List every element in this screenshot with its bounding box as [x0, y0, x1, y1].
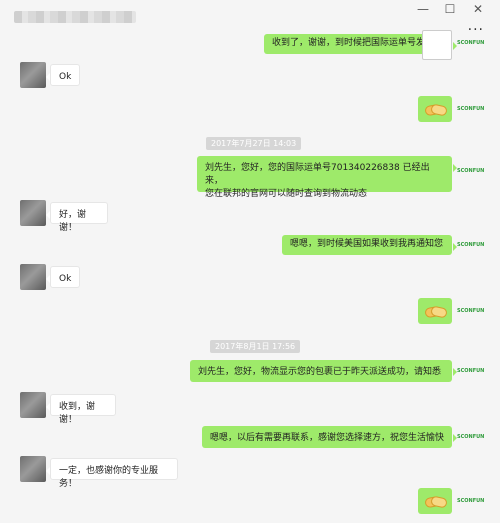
- message-incoming: Ok: [46, 64, 80, 86]
- avatar-self-logo: SCONFUN: [457, 242, 485, 248]
- maximize-button[interactable]: ☐: [437, 0, 463, 22]
- handshake-icon: [424, 305, 448, 319]
- message-incoming: 好，谢谢！: [46, 202, 108, 233]
- avatar-self-logo: SCONFUN: [457, 434, 485, 440]
- avatar-contact: [20, 456, 46, 482]
- handshake-icon: [424, 495, 448, 509]
- avatar-contact: [20, 264, 46, 290]
- avatar-self-logo: SCONFUN: [457, 368, 485, 374]
- message-outgoing: 刘先生，您好，您的国际运单号701340226838 已经出来， 您在联邦的官网…: [197, 156, 457, 199]
- minimize-button[interactable]: —: [410, 0, 436, 22]
- avatar-self-logo: SCONFUN: [457, 498, 485, 504]
- message-incoming: 一定，也感谢你的专业服务！: [46, 458, 178, 489]
- more-options-button[interactable]: ···: [468, 22, 484, 38]
- close-button[interactable]: ✕: [465, 0, 491, 22]
- message-outgoing: 刘先生，您好，物流显示您的包裹已于昨天派送成功，请知悉: [190, 360, 457, 382]
- avatar-self: [422, 30, 452, 60]
- message-outgoing: 嗯嗯，以后有需要再联系，感谢您选择速方，祝您生活愉快: [202, 426, 457, 448]
- avatar-contact: [20, 200, 46, 226]
- sticker-handshake: [418, 96, 452, 122]
- avatar-self-logo: SCONFUN: [457, 308, 485, 314]
- message-incoming: 收到，谢谢！: [46, 394, 116, 425]
- message-outgoing: 嗯嗯，到时候美国如果收到我再通知您: [282, 235, 457, 255]
- sticker-handshake: [418, 488, 452, 514]
- avatar-self-logo: SCONFUN: [457, 168, 485, 174]
- title-bar: — ☐ ✕ ···: [0, 0, 500, 38]
- avatar-contact: [20, 392, 46, 418]
- timestamp: 2017年8月1日 17:56: [210, 340, 301, 353]
- chat-title-blurred: [14, 11, 136, 23]
- handshake-icon: [424, 103, 448, 117]
- avatar-self-logo: SCONFUN: [457, 106, 485, 112]
- timestamp: 2017年7月27日 14:03: [206, 137, 302, 150]
- avatar-contact: [20, 62, 46, 88]
- message-incoming: Ok: [46, 266, 80, 288]
- avatar-self-logo: SCONFUN: [457, 40, 485, 46]
- sticker-handshake: [418, 298, 452, 324]
